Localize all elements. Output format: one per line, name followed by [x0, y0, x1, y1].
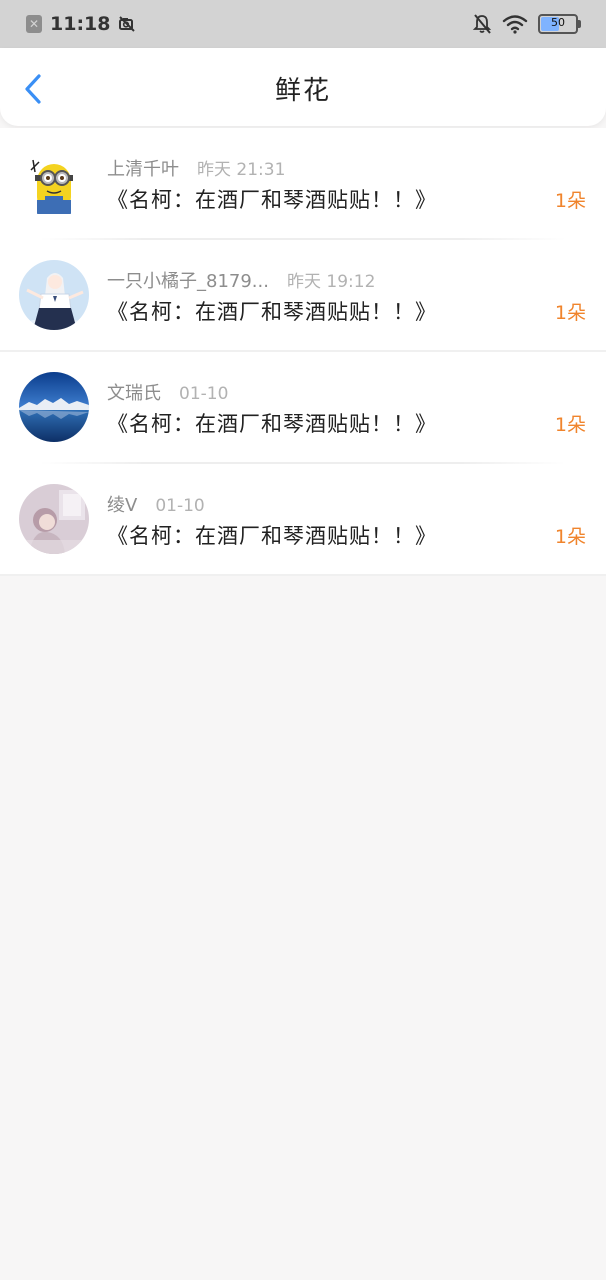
user-name[interactable]: 上清千叶	[107, 155, 179, 181]
timestamp: 昨天 19:12	[286, 272, 376, 292]
camera-off-icon	[119, 16, 136, 32]
avatar[interactable]	[19, 484, 89, 554]
wifi-icon	[502, 15, 528, 34]
timestamp: 01-10	[155, 496, 205, 516]
status-bar: ✕ 11:18 50	[0, 0, 606, 48]
post-title[interactable]: 《名柯：在酒厂和琴酒贴贴！！》	[107, 408, 437, 438]
list-item[interactable]: 绫V 01-10 《名柯：在酒厂和琴酒贴贴！！》 1朵	[0, 464, 606, 576]
list-item[interactable]: 文瑞氏 01-10 《名柯：在酒厂和琴酒贴贴！！》 1朵	[0, 352, 606, 464]
app-header: 鲜花	[0, 48, 606, 126]
status-bar-right: 50	[472, 10, 581, 38]
user-name[interactable]: 绫V	[107, 491, 137, 517]
post-title[interactable]: 《名柯：在酒厂和琴酒贴贴！！》	[107, 296, 437, 326]
divider	[0, 574, 606, 576]
bell-off-icon	[472, 14, 492, 34]
minion-avatar-image	[19, 148, 89, 218]
item-meta: 文瑞氏 01-10	[107, 379, 228, 405]
notification-close-icon: ✕	[26, 15, 42, 33]
flower-count: 1朵	[554, 302, 586, 324]
timestamp: 昨天 21:31	[197, 160, 286, 180]
user-name[interactable]: 文瑞氏	[107, 379, 161, 405]
page-title: 鲜花	[274, 76, 331, 106]
status-time: 11:18	[50, 13, 111, 35]
battery-icon: 50	[538, 14, 581, 34]
list-item[interactable]: 上清千叶 昨天 21:31 《名柯：在酒厂和琴酒贴贴！！》 1朵	[0, 128, 606, 240]
avatar[interactable]	[19, 372, 89, 442]
item-meta: 一只小橘子_8179... 昨天 19:12	[107, 267, 375, 293]
post-title[interactable]: 《名柯：在酒厂和琴酒贴贴！！》	[107, 184, 437, 214]
flower-count: 1朵	[554, 526, 586, 548]
item-meta: 上清千叶 昨天 21:31	[107, 155, 285, 181]
user-name[interactable]: 一只小橘子_8179...	[107, 267, 269, 293]
flower-count: 1朵	[554, 190, 586, 212]
avatar[interactable]	[19, 148, 89, 218]
timestamp: 01-10	[179, 384, 229, 404]
list-item[interactable]: 一只小橘子_8179... 昨天 19:12 《名柯：在酒厂和琴酒贴贴！！》 1…	[0, 240, 606, 352]
pastel-girl-avatar-image	[19, 484, 89, 554]
flower-count: 1朵	[554, 414, 586, 436]
flower-list: 上清千叶 昨天 21:31 《名柯：在酒厂和琴酒贴贴！！》 1朵 一只小橘子_8…	[0, 128, 606, 576]
anime-girl-avatar-image	[19, 260, 89, 330]
item-meta: 绫V 01-10	[107, 491, 205, 517]
status-bar-left: ✕ 11:18	[26, 10, 136, 38]
mountain-lake-avatar-image	[19, 372, 89, 442]
battery-cap	[578, 20, 581, 28]
battery-percent: 50	[551, 16, 565, 29]
avatar[interactable]	[19, 260, 89, 330]
post-title[interactable]: 《名柯：在酒厂和琴酒贴贴！！》	[107, 520, 437, 550]
